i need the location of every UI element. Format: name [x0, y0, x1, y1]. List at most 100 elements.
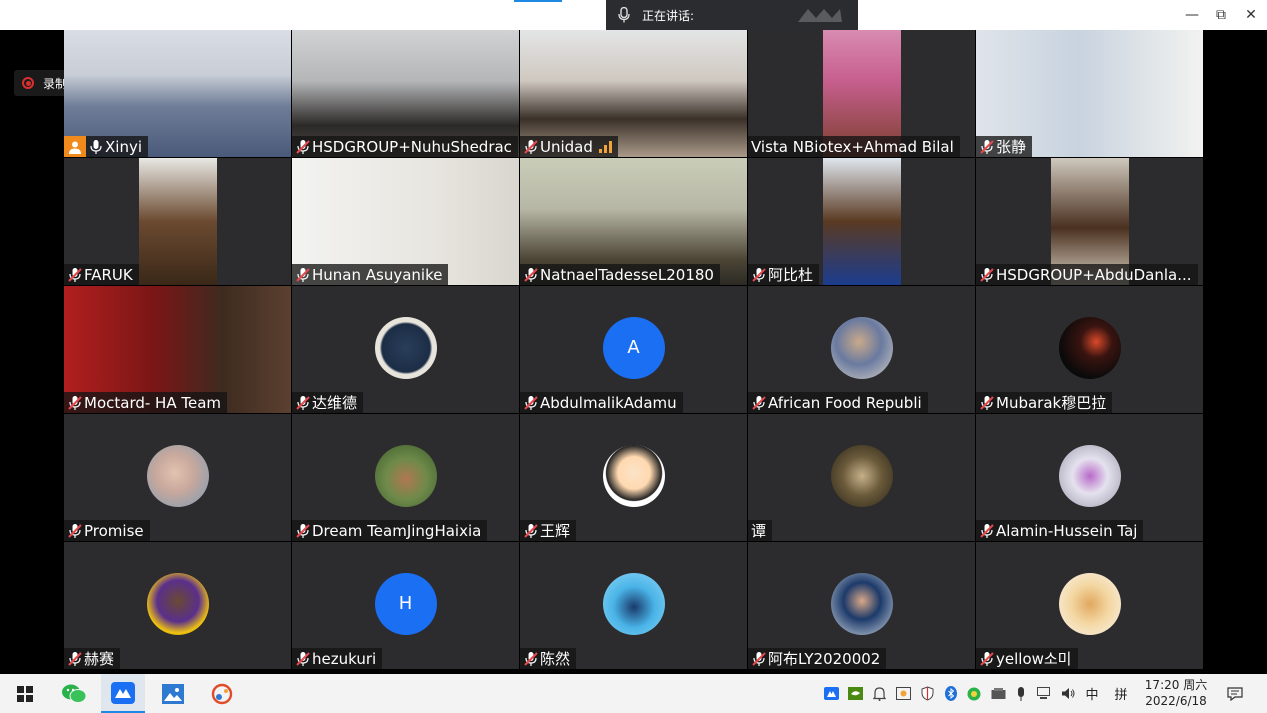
- taskbar: 中 拼 17:20 周六 2022/6/18: [0, 674, 1267, 713]
- participant-tile[interactable]: 赫赛: [64, 542, 291, 669]
- participant-name: 阿布LY2020002: [768, 650, 881, 668]
- participant-tile[interactable]: 阿比杜: [748, 158, 975, 285]
- paint-icon[interactable]: [200, 674, 244, 713]
- mic-muted-icon: [295, 523, 311, 539]
- participant-nameplate: HSDGROUP+AbduDanla...: [976, 264, 1198, 285]
- participant-nameplate: AbdulmalikAdamu: [520, 392, 683, 413]
- display-settings-icon[interactable]: [894, 674, 912, 713]
- network-icon[interactable]: [1035, 674, 1053, 713]
- windows-start-icon[interactable]: [3, 674, 47, 713]
- meeting-window: 正在讲话: — ⧉ ✕ 录制中 Xinyi HSDGROUP+NuhuShedra…: [0, 0, 1267, 713]
- participant-tile[interactable]: 达维德: [292, 286, 519, 413]
- participant-nameplate: 赫赛: [64, 648, 121, 669]
- participant-name: Mubarak穆巴拉: [996, 394, 1107, 412]
- minimize-button[interactable]: —: [1177, 0, 1207, 30]
- participant-tile[interactable]: Hhezukuri: [292, 542, 519, 669]
- volume-icon[interactable]: [1059, 674, 1077, 713]
- participant-name: 谭: [751, 522, 767, 540]
- participant-avatar: H: [374, 572, 437, 635]
- mic-muted-icon: [523, 523, 539, 539]
- sync-icon[interactable]: [965, 674, 983, 713]
- participant-name: HSDGROUP+NuhuShedrac: [312, 137, 512, 156]
- nvidia-icon[interactable]: [846, 674, 864, 713]
- participant-name: 张静: [996, 138, 1027, 156]
- notification-bell-icon[interactable]: [870, 674, 888, 713]
- meeting-tray-icon[interactable]: [822, 674, 840, 713]
- participant-tile[interactable]: Vista NBiotex+Ahmad Bilal: [748, 30, 975, 157]
- participant-tile[interactable]: FARUK: [64, 158, 291, 285]
- participant-nameplate: Hunan Asuyanike: [292, 264, 449, 285]
- participant-tile[interactable]: Unidad: [520, 30, 747, 157]
- participant-tile[interactable]: African Food Republi: [748, 286, 975, 413]
- mic-muted-icon: [979, 267, 995, 283]
- mic-muted-icon: [67, 395, 83, 411]
- participant-nameplate: Unidad: [520, 136, 618, 157]
- participant-avatar: [830, 572, 893, 635]
- participant-tile[interactable]: Xinyi: [64, 30, 291, 157]
- mic-muted-icon: [295, 651, 311, 667]
- participant-tile[interactable]: Hunan Asuyanike: [292, 158, 519, 285]
- ime-mode-toggle[interactable]: 拼: [1110, 674, 1132, 713]
- participant-nameplate: NatnaelTadesseL20180: [520, 264, 720, 285]
- mic-muted-icon: [979, 139, 995, 155]
- mic-muted-icon: [67, 267, 83, 283]
- mic-muted-icon: [523, 267, 539, 283]
- participant-tile[interactable]: Mubarak穆巴拉: [976, 286, 1203, 413]
- participant-tile[interactable]: NatnaelTadesseL20180: [520, 158, 747, 285]
- participant-tile[interactable]: 张静: [976, 30, 1203, 157]
- participant-name: HSDGROUP+AbduDanla...: [996, 265, 1192, 284]
- participant-tile[interactable]: HSDGROUP+AbduDanla...: [976, 158, 1203, 285]
- meeting-app-icon[interactable]: [101, 674, 145, 713]
- photos-icon[interactable]: [151, 674, 195, 713]
- security-shield-icon[interactable]: [918, 674, 936, 713]
- participant-name: AbdulmalikAdamu: [540, 393, 677, 412]
- participant-name: 达维德: [312, 394, 358, 412]
- participant-name: 赫赛: [84, 650, 115, 668]
- participant-nameplate: hezukuri: [292, 648, 383, 669]
- participant-tile[interactable]: 谭: [748, 414, 975, 541]
- participant-nameplate: 王辉: [520, 520, 577, 541]
- participant-tile[interactable]: Promise: [64, 414, 291, 541]
- participant-nameplate: Moctard- HA Team: [64, 392, 227, 413]
- record-icon: [22, 77, 34, 89]
- participant-name: Dream TeamJingHaixia: [312, 521, 482, 540]
- close-button[interactable]: ✕: [1236, 0, 1266, 30]
- participant-tile[interactable]: HSDGROUP+NuhuShedrac: [292, 30, 519, 157]
- participant-name: Unidad: [540, 137, 593, 156]
- ime-language-toggle[interactable]: 中: [1082, 674, 1102, 713]
- restore-button[interactable]: ⧉: [1206, 0, 1236, 30]
- device-icon[interactable]: [989, 674, 1007, 713]
- participant-nameplate: Dream TeamJingHaixia: [292, 520, 488, 541]
- audio-level-icon: [598, 140, 612, 153]
- wechat-icon[interactable]: [52, 674, 96, 713]
- microphone-tray-icon[interactable]: [1013, 674, 1029, 713]
- bluetooth-icon[interactable]: [942, 674, 960, 713]
- participant-nameplate: yellow소미: [976, 648, 1078, 669]
- participant-name: Xinyi: [105, 137, 142, 156]
- system-clock[interactable]: 17:20 周六 2022/6/18: [1138, 677, 1214, 709]
- participant-tile[interactable]: A AbdulmalikAdamu: [520, 286, 747, 413]
- participant-nameplate: 谭: [748, 520, 773, 541]
- app-logo-icon: [796, 6, 844, 28]
- participant-tile[interactable]: 陈然: [520, 542, 747, 669]
- host-user-icon: [64, 136, 86, 157]
- participant-tile[interactable]: yellow소미: [976, 542, 1203, 669]
- participant-tile[interactable]: 王辉: [520, 414, 747, 541]
- microphone-icon: [606, 7, 642, 23]
- participant-avatar: [602, 572, 665, 635]
- participant-grid: Xinyi HSDGROUP+NuhuShedrac Unidad Vista NBi…: [64, 30, 1203, 672]
- participant-nameplate: African Food Republi: [748, 392, 928, 413]
- participant-avatar: [146, 444, 209, 507]
- participant-nameplate: Mubarak穆巴拉: [976, 392, 1113, 413]
- participant-nameplate: Alamin-Hussein Taj: [976, 520, 1144, 541]
- participant-tile[interactable]: Alamin-Hussein Taj: [976, 414, 1203, 541]
- mic-muted-icon: [523, 651, 539, 667]
- participant-video: [822, 158, 901, 285]
- participant-tile[interactable]: 阿布LY2020002: [748, 542, 975, 669]
- participant-name: 阿比杜: [768, 266, 814, 284]
- participant-name: FARUK: [84, 265, 133, 284]
- participant-name: Hunan Asuyanike: [312, 265, 443, 284]
- action-center-icon[interactable]: [1224, 674, 1246, 713]
- participant-tile[interactable]: Moctard- HA Team: [64, 286, 291, 413]
- participant-tile[interactable]: Dream TeamJingHaixia: [292, 414, 519, 541]
